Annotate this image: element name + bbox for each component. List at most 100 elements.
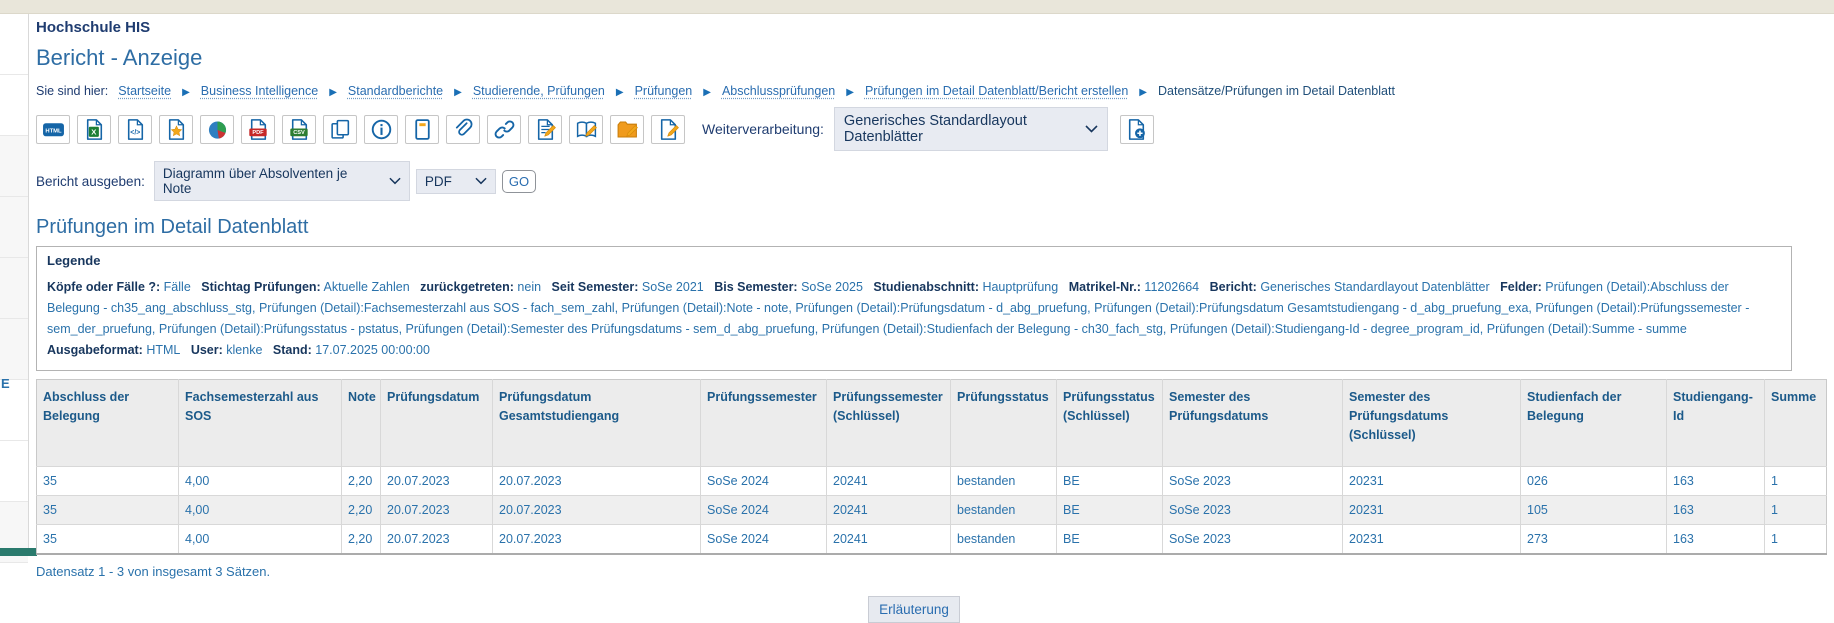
go-button[interactable]: GO xyxy=(502,170,536,193)
table-cell: 20.07.2023 xyxy=(381,496,493,525)
pdf-export-icon: PDF xyxy=(247,118,270,141)
table-cell: 20231 xyxy=(1343,467,1521,496)
attachment-button[interactable] xyxy=(446,115,480,144)
table-cell: 2,20 xyxy=(342,467,381,496)
chevron-down-icon xyxy=(389,177,401,185)
main-content: Hochschule HIS Bericht - Anzeige Sie sin… xyxy=(36,13,1792,623)
copy-button[interactable] xyxy=(323,115,357,144)
breadcrumb: Sie sind hier: Startseite ▶ Business Intel… xyxy=(36,84,1792,98)
chevron-down-icon xyxy=(475,177,487,185)
breadcrumb-link[interactable]: Studierende, Prüfungen xyxy=(473,84,605,98)
page-title: Bericht - Anzeige xyxy=(36,45,1792,71)
bookmark-icon xyxy=(165,118,188,141)
panel-stripe xyxy=(0,75,28,136)
edit-document-icon xyxy=(657,118,680,141)
legend-text: Köpfe oder Fälle ?: Fälle Stichtag Prüfu… xyxy=(47,277,1781,361)
processing-label: Weiterverarbeitung: xyxy=(702,121,824,137)
table-cell: 20241 xyxy=(827,496,951,525)
chevron-down-icon xyxy=(1085,125,1098,133)
column-header: Abschluss der Belegung xyxy=(37,380,179,467)
panel-stripe xyxy=(0,14,28,75)
column-header: Semester des Prüfungsdatums (Schlüssel) xyxy=(1343,380,1521,467)
breadcrumb-prefix: Sie sind hier: xyxy=(36,84,108,98)
table-cell: 163 xyxy=(1667,525,1765,555)
xml-export-icon: </> xyxy=(124,118,147,141)
link-icon xyxy=(493,118,516,141)
table-cell: 20.07.2023 xyxy=(381,467,493,496)
table-cell: 20.07.2023 xyxy=(493,525,701,555)
pie-chart-button[interactable] xyxy=(200,115,234,144)
column-header: Prüfungsdatum xyxy=(381,380,493,467)
edit-folder-button[interactable] xyxy=(610,115,644,144)
html-export-button[interactable]: HTML xyxy=(36,115,70,144)
column-header: Prüfungsstatus (Schlüssel) xyxy=(1057,380,1163,467)
breadcrumb-link[interactable]: Standardberichte xyxy=(348,84,443,98)
new-document-icon xyxy=(1125,118,1148,141)
table-cell: SoSe 2024 xyxy=(701,467,827,496)
breadcrumb-link[interactable]: Prüfungen xyxy=(635,84,693,98)
table-cell: SoSe 2024 xyxy=(701,525,827,555)
breadcrumb-link[interactable]: Prüfungen im Detail Datenblatt/Bericht e… xyxy=(865,84,1128,98)
bookmark-button[interactable] xyxy=(159,115,193,144)
legend-entry: Matrikel-Nr.: 11202664 xyxy=(1069,280,1199,294)
breadcrumb-link[interactable]: Business Intelligence xyxy=(201,84,318,98)
html-export-icon: HTML xyxy=(42,118,65,141)
column-header: Note xyxy=(342,380,381,467)
table-cell: SoSe 2023 xyxy=(1163,467,1343,496)
svg-text:X: X xyxy=(91,127,97,136)
edit-document-button[interactable] xyxy=(651,115,685,144)
edit-report-button[interactable] xyxy=(528,115,562,144)
xml-export-button[interactable]: </> xyxy=(118,115,152,144)
legend-entry: Studienabschnitt: Hauptprüfung xyxy=(873,280,1058,294)
breadcrumb-link[interactable]: Startseite xyxy=(118,84,171,98)
breadcrumb-arrow-icon: ▶ xyxy=(454,87,462,98)
table-header-row: Abschluss der BelegungFachsemesterzahl a… xyxy=(37,380,1827,467)
bottom-teal-bar xyxy=(0,548,37,556)
panel-stripe xyxy=(0,441,28,502)
report-variant-select[interactable]: Diagramm über Absolventen je Note xyxy=(154,161,410,201)
breadcrumb-arrow-icon: ▶ xyxy=(182,87,190,98)
breadcrumb-arrow-icon: ▶ xyxy=(616,87,624,98)
table-cell: BE xyxy=(1057,525,1163,555)
csv-export-button[interactable]: CSV xyxy=(282,115,316,144)
output-format-select[interactable]: PDF xyxy=(416,169,496,194)
breadcrumb-link[interactable]: Abschlussprüfungen xyxy=(722,84,835,98)
table-cell: 273 xyxy=(1521,525,1667,555)
clipped-text-fragment: E xyxy=(1,376,10,391)
explanation-button[interactable]: Erläuterung xyxy=(868,596,960,623)
column-header: Prüfungsstatus xyxy=(951,380,1057,467)
breadcrumb-arrow-icon: ▶ xyxy=(846,87,854,98)
table-cell: 4,00 xyxy=(179,496,342,525)
table-cell: SoSe 2023 xyxy=(1163,496,1343,525)
results-table: Abschluss der BelegungFachsemesterzahl a… xyxy=(36,379,1827,555)
excel-export-button[interactable]: X xyxy=(77,115,111,144)
top-strip xyxy=(0,0,1834,14)
pdf-export-button[interactable]: PDF xyxy=(241,115,275,144)
table-cell: 20.07.2023 xyxy=(493,496,701,525)
edit-folder-icon xyxy=(616,118,639,141)
attachment-icon xyxy=(452,118,475,141)
edit-glossary-button[interactable] xyxy=(569,115,603,144)
table-cell: 35 xyxy=(37,467,179,496)
new-document-button[interactable] xyxy=(1120,115,1154,144)
table-cell: BE xyxy=(1057,467,1163,496)
note-button[interactable] xyxy=(405,115,439,144)
app-title: Hochschule HIS xyxy=(36,19,1792,36)
output-label: Bericht ausgeben: xyxy=(36,174,145,189)
table-cell: 4,00 xyxy=(179,525,342,555)
info-button[interactable] xyxy=(364,115,398,144)
panel-stripe xyxy=(0,197,28,258)
link-button[interactable] xyxy=(487,115,521,144)
table-row: 354,002,2020.07.202320.07.2023SoSe 20242… xyxy=(37,467,1827,496)
svg-text:HTML: HTML xyxy=(45,128,62,134)
output-format-value: PDF xyxy=(425,174,452,189)
table-cell: 105 xyxy=(1521,496,1667,525)
table-cell: bestanden xyxy=(951,525,1057,555)
table-cell: 20231 xyxy=(1343,496,1521,525)
table-cell: 20241 xyxy=(827,525,951,555)
table-cell: 026 xyxy=(1521,467,1667,496)
legend-entry: Bericht: Generisches Standardlayout Date… xyxy=(1210,280,1490,294)
legend-box: Legende Köpfe oder Fälle ?: Fälle Sticht… xyxy=(36,246,1792,371)
panel-stripe xyxy=(0,258,28,319)
processing-select[interactable]: Generisches Standardlayout Datenblätter xyxy=(834,107,1108,151)
